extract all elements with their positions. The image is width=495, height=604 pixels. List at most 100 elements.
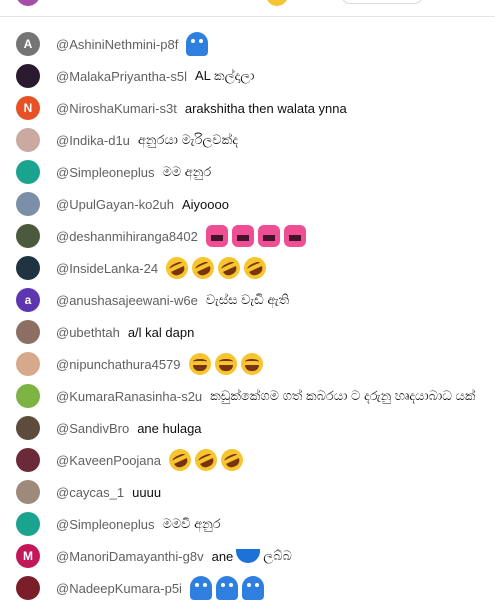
avatar[interactable]: M [16,544,40,568]
author-name[interactable]: @caycas_1 [56,485,124,500]
avatar[interactable] [16,416,40,440]
chat-message[interactable]: A @AshiniNethmini-p8f [0,28,495,60]
chat-message[interactable]: N @NiroshaKumari-s3t arakshitha then walat… [0,92,495,124]
avatar[interactable] [16,576,40,600]
avatar-letter: N [23,101,33,115]
chat-message[interactable]: a @anushasajeewani-w6e වැස්ස වැඩි ඇති [0,284,495,316]
avatar[interactable] [16,192,40,216]
author-name[interactable]: @ManoriDamayanthi-g8v [56,549,204,564]
rofl-emoji-icon [214,253,244,283]
chat-message[interactable]: @Simpleoneplus මමවි අනුර [0,508,495,540]
chat-message[interactable]: @NadeepKumara-p5i [0,572,495,604]
author-name[interactable]: @UpulGayan-ko2uh [56,197,174,212]
avatar[interactable] [16,480,40,504]
laughing-emoji-icon [188,353,211,375]
rofl-emoji-icon [162,253,192,283]
chat-message[interactable]: @nipunchathura4579 [0,348,495,380]
message-text: arakshitha then walata ynna [184,100,347,116]
author-name[interactable]: @AshiniNethmini-p8f [56,37,178,52]
author-name[interactable]: @KumaraRanasinha-s2u [56,389,202,404]
message-text: මමවි අනුර [162,516,221,531]
avatar[interactable] [16,64,40,88]
author-name[interactable]: @nipunchathura4579 [56,357,181,372]
message-text: ane [211,548,234,564]
author-name[interactable]: @ubethtah [56,325,120,340]
author-name[interactable]: @InsideLanka-24 [56,261,158,276]
avatar[interactable] [16,352,40,376]
message-body: @ubethtah a/l kal dapn [56,316,194,348]
avatar-letter: M [23,549,33,563]
avatar[interactable] [16,384,40,408]
emoji-icon [266,0,288,6]
author-name[interactable]: @MalakaPriyantha-s5l [56,69,187,84]
pink-monster-emoji-icon [257,225,280,247]
author-name[interactable]: @SandivBro [56,421,129,436]
blue-ghost-emoji-icon [189,576,212,600]
message-body: @KaveenPoojana [56,444,247,476]
avatar[interactable] [16,320,40,344]
avatar[interactable] [16,128,40,152]
chat-message[interactable]: @SandivBro ane hulaga [0,412,495,444]
message-text: මම අනුර [162,164,212,179]
message-body: @anushasajeewani-w6e වැස්ස වැඩි ඇති [56,284,289,316]
avatar[interactable] [16,512,40,536]
author-name[interactable]: @deshanmihiranga8402 [56,229,198,244]
chat-message[interactable]: @deshanmihiranga8402 [0,220,495,252]
message-text: AL කල්දාලා [194,68,255,83]
author-name[interactable]: @Simpleoneplus [56,517,154,532]
avatar[interactable]: A [16,32,40,56]
avatar[interactable] [16,160,40,184]
rofl-emoji-icon [191,445,221,475]
message-text: ලබ්බ [263,548,292,563]
chat-message[interactable]: @Indika-d1u අනුරයා මැරිලවක්ද [0,124,495,156]
blue-ghost-emoji-icon [186,32,209,56]
live-chat-list: A @AshiniNethmini-p8f @MalakaPriyantha-s5l… [0,28,495,604]
author-name[interactable]: @anushasajeewani-w6e [56,293,198,308]
chat-message[interactable]: @caycas_1 uuuu [0,476,495,508]
pink-monster-emoji-icon [205,225,228,247]
avatar[interactable]: N [16,96,40,120]
laughing-emoji-icon [240,353,263,375]
pink-monster-emoji-icon [231,225,254,247]
emoji-group [189,576,264,600]
message-text: a/l kal dapn [127,324,195,340]
avatar[interactable] [16,256,40,280]
message-body: @nipunchathura4579 [56,348,263,380]
rofl-emoji-icon [188,253,218,283]
message-body: @caycas_1 uuuu [56,476,161,508]
avatar[interactable] [16,224,40,248]
author-name[interactable]: @Simpleoneplus [56,165,154,180]
message-body: @NiroshaKumari-s3t arakshitha then walata… [56,92,347,124]
message-text: අනුරයා මැරිලවක්ද [137,132,238,147]
emoji-group [165,445,247,475]
chat-message[interactable]: @ubethtah a/l kal dapn [0,316,495,348]
chat-message[interactable]: M @ManoriDamayanthi-g8v ane ලබ්බ [0,540,495,572]
message-body: @SandivBro ane hulaga [56,412,202,444]
chat-message[interactable]: @InsideLanka-24 [0,252,495,284]
avatar[interactable] [16,448,40,472]
author-name[interactable]: @Indika-d1u [56,133,130,148]
message-body: @Simpleoneplus මම අනුර [56,156,211,188]
emoji-group [188,353,263,375]
message-body: @KumaraRanasinha-s2u කඩුක්කේගම ගත් කබරයා … [56,380,475,412]
author-name[interactable]: @NiroshaKumari-s3t [56,101,177,116]
message-text: uuuu [132,484,162,500]
blue-ghost-emoji-icon [241,576,264,600]
message-body: @MalakaPriyantha-s5l AL කල්දාලා [56,60,254,92]
chat-message[interactable]: @KumaraRanasinha-s2u කඩුක්කේගම ගත් කබරයා … [0,380,495,412]
chat-message[interactable]: @MalakaPriyantha-s5l AL කල්දාලා [0,60,495,92]
chat-message[interactable]: @KaveenPoojana [0,444,495,476]
message-body: @UpulGayan-ko2uh Aiyoooo [56,188,229,220]
filter-chip[interactable] [341,0,423,4]
avatar[interactable]: a [16,288,40,312]
message-body: @Simpleoneplus මමවි අනුර [56,508,221,540]
chat-message[interactable]: @UpulGayan-ko2uh Aiyoooo [0,188,495,220]
message-body: @InsideLanka-24 [56,252,270,284]
emoji-group [205,225,306,247]
emoji-group [186,32,209,56]
message-text: ane hulaga [137,420,202,436]
chat-message[interactable]: @Simpleoneplus මම අනුර [0,156,495,188]
author-name[interactable]: @NadeepKumara-p5i [56,581,182,596]
message-body: @AshiniNethmini-p8f [56,28,209,60]
author-name[interactable]: @KaveenPoojana [56,453,161,468]
